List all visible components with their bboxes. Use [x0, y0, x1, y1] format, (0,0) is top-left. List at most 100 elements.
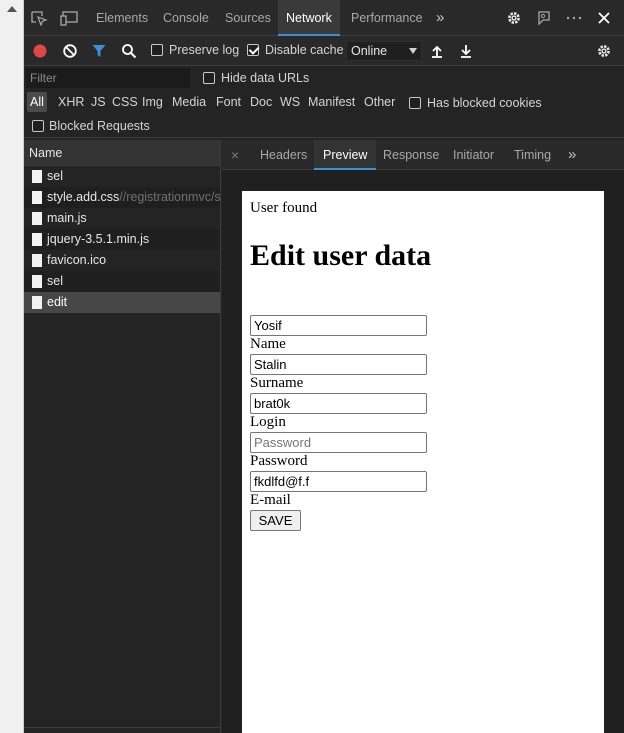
- more-detail-tabs-chevron-icon[interactable]: »: [568, 140, 576, 170]
- request-name: sel: [47, 274, 63, 288]
- type-media[interactable]: Media: [172, 95, 206, 109]
- disable-cache-checkbox[interactable]: [247, 44, 259, 56]
- import-icon[interactable]: [429, 43, 445, 59]
- network-settings-gear-icon[interactable]: [595, 42, 613, 60]
- type-doc[interactable]: Doc: [250, 95, 272, 109]
- hide-data-urls-label: Hide data URLs: [221, 71, 310, 85]
- request-name: main.js: [47, 211, 87, 225]
- type-ws[interactable]: WS: [280, 95, 300, 109]
- preview-status-text: User found: [250, 200, 318, 216]
- save-button[interactable]: SAVE: [250, 510, 301, 531]
- request-row[interactable]: jquery-3.5.1.min.js: [24, 229, 220, 250]
- more-tabs-chevron-icon[interactable]: »: [436, 0, 444, 36]
- image-icon: [32, 254, 42, 267]
- list-footer: [24, 727, 221, 733]
- tab-preview[interactable]: Preview: [314, 140, 377, 170]
- close-detail-icon[interactable]: ×: [231, 140, 239, 170]
- type-font[interactable]: Font: [216, 95, 241, 109]
- request-url: //registrationmvc/sel: [119, 190, 220, 204]
- blocked-requests-label: Blocked Requests: [49, 119, 150, 133]
- filter-bar: Hide data URLs: [24, 66, 624, 90]
- preview-heading: Edit user data: [250, 239, 432, 272]
- close-icon[interactable]: [595, 10, 613, 26]
- request-detail-panel: × Headers Preview Response Initiator Tim…: [222, 140, 624, 733]
- login-label: Login: [250, 414, 286, 430]
- scroll-up-arrow-icon[interactable]: [7, 6, 17, 12]
- name-label: Name: [250, 336, 286, 352]
- response-preview: User found Edit user data Name Surname L…: [242, 191, 604, 733]
- tab-sources[interactable]: Sources: [225, 0, 271, 36]
- request-name: sel: [47, 169, 63, 183]
- document-icon: [32, 170, 42, 183]
- disable-cache-label: Disable cache: [265, 43, 344, 57]
- request-row[interactable]: sel: [24, 166, 220, 187]
- script-icon: [32, 233, 42, 246]
- gear-icon[interactable]: [505, 10, 523, 26]
- request-name: favicon.ico: [47, 253, 107, 267]
- network-toolbar: Preserve log Disable cache Online: [24, 36, 624, 66]
- hide-data-urls-checkbox[interactable]: [203, 72, 215, 84]
- tab-response[interactable]: Response: [383, 140, 439, 170]
- request-row-selected[interactable]: edit: [24, 292, 220, 313]
- tab-headers[interactable]: Headers: [260, 140, 307, 170]
- blocked-requests-bar: Blocked Requests: [24, 116, 624, 138]
- has-blocked-cookies-checkbox[interactable]: [409, 97, 421, 109]
- name-column-header[interactable]: Name: [24, 140, 220, 166]
- tab-elements[interactable]: Elements: [96, 0, 148, 36]
- export-icon[interactable]: [458, 43, 474, 59]
- request-row[interactable]: main.js: [24, 208, 220, 229]
- document-icon: [32, 275, 42, 288]
- search-icon[interactable]: [121, 43, 137, 59]
- tab-network[interactable]: Network: [278, 0, 340, 36]
- throttling-select[interactable]: Online: [346, 41, 422, 61]
- type-js[interactable]: JS: [91, 95, 106, 109]
- email-label: E-mail: [250, 492, 291, 508]
- request-row[interactable]: style.add.css//registrationmvc/sel: [24, 187, 220, 208]
- preserve-log-checkbox[interactable]: [151, 44, 163, 56]
- password-field[interactable]: [250, 432, 427, 453]
- tab-console[interactable]: Console: [163, 0, 209, 36]
- request-list: Name sel style.add.css//registrationmvc/…: [24, 140, 221, 733]
- type-other[interactable]: Other: [364, 95, 395, 109]
- email-field[interactable]: [250, 471, 427, 492]
- password-label: Password: [250, 453, 308, 469]
- script-icon: [32, 212, 42, 225]
- blocked-requests-checkbox[interactable]: [32, 120, 44, 132]
- page-scrollbar[interactable]: [0, 0, 24, 733]
- record-icon[interactable]: [32, 43, 48, 59]
- clear-icon[interactable]: [62, 43, 78, 59]
- tab-initiator[interactable]: Initiator: [453, 140, 494, 170]
- name-field[interactable]: [250, 315, 427, 336]
- devtools-panel: Elements Console Sources Network Perform…: [24, 0, 624, 733]
- surname-label: Surname: [250, 375, 304, 391]
- preserve-log-label: Preserve log: [169, 43, 240, 57]
- request-name: edit: [47, 295, 68, 309]
- filter-input[interactable]: [26, 68, 190, 88]
- type-xhr[interactable]: XHR: [58, 95, 84, 109]
- request-name: style.add.css//registrationmvc/sel: [47, 187, 220, 208]
- request-filename: style.add.css: [47, 190, 120, 204]
- device-emulation-icon[interactable]: [60, 10, 78, 26]
- chevron-down-icon: [409, 48, 417, 54]
- type-css[interactable]: CSS: [112, 95, 138, 109]
- request-name: jquery-3.5.1.min.js: [47, 232, 150, 246]
- surname-field[interactable]: [250, 354, 427, 375]
- request-row[interactable]: favicon.ico: [24, 250, 220, 271]
- tab-timing[interactable]: Timing: [514, 140, 551, 170]
- inspect-element-icon[interactable]: [30, 10, 48, 26]
- filter-icon[interactable]: [91, 43, 107, 59]
- type-img[interactable]: Img: [142, 95, 163, 109]
- has-blocked-cookies-label: Has blocked cookies: [427, 96, 542, 110]
- detail-tab-bar: × Headers Preview Response Initiator Tim…: [222, 140, 624, 170]
- tab-performance[interactable]: Performance: [351, 0, 423, 36]
- resource-type-filters: All XHR JS CSS Img Media Font Doc WS Man…: [24, 90, 624, 116]
- request-row[interactable]: sel: [24, 271, 220, 292]
- type-all[interactable]: All: [27, 92, 47, 112]
- type-manifest[interactable]: Manifest: [308, 95, 355, 109]
- more-options-icon[interactable]: [565, 10, 583, 26]
- throttling-value: Online: [351, 44, 388, 58]
- feedback-icon[interactable]: [535, 10, 553, 26]
- devtools-tab-bar: Elements Console Sources Network Perform…: [24, 0, 624, 36]
- document-icon: [32, 296, 42, 309]
- login-field[interactable]: [250, 393, 427, 414]
